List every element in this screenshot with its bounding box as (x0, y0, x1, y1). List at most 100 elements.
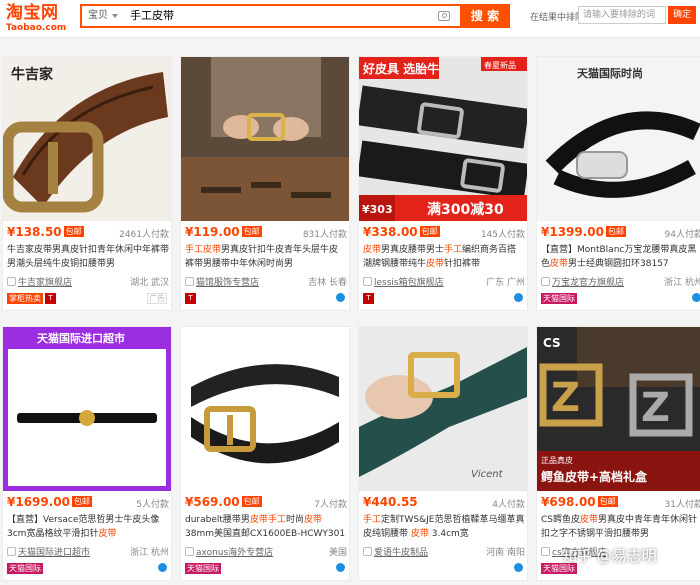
price: ¥698.00 (541, 495, 596, 509)
search-box: 宝贝 手工皮带 搜 索 (80, 4, 510, 28)
buyer-count: 7人付款 (314, 500, 347, 510)
tmall-global-badge: 天猫国际 (541, 293, 577, 304)
shop-icon (363, 547, 372, 556)
shop-row: 爱语牛皮制品 河南 南阳 (363, 545, 525, 559)
price-row: ¥440.55 4人付款 (363, 495, 525, 511)
free-shipping-badge: 包邮 (597, 496, 618, 507)
badge-row: T (185, 293, 347, 307)
shop-link[interactable]: 天猫国际进口超市 (18, 548, 90, 558)
taobao-logo[interactable]: 淘宝网 Taobao.com (6, 3, 70, 35)
price-row: ¥569.00 包邮 7人付款 (185, 495, 347, 511)
title-keyword: 手工 (363, 515, 382, 525)
product-title[interactable]: 【直营】Versace范思哲男士牛皮头像3cm宽晶格纹平滑扣针皮带 (7, 513, 169, 541)
camera-icon[interactable] (438, 11, 450, 21)
image-tag-text: 正品真皮 (541, 455, 573, 465)
free-shipping-badge: 包邮 (241, 496, 262, 507)
image-overlay-text: 牛吉家 (11, 66, 54, 83)
free-shipping-badge: 包邮 (241, 226, 262, 237)
product-title[interactable]: 【直营】MontBlanc万宝龙腰带真皮黑色皮带男士经典钢圆扣环38157 (541, 243, 700, 271)
price-row: ¥119.00 包邮 831人付款 (185, 225, 347, 241)
location: 浙江 杭州 (664, 278, 700, 288)
shop-icon (363, 277, 372, 286)
product-image[interactable]: Z Z CS 正品真皮 鳄鱼皮带+高档礼盒 (537, 327, 700, 491)
wangwang-chat-icon[interactable] (514, 293, 523, 302)
title-text: 3.4cm宽 (428, 529, 469, 539)
shop-link[interactable]: 牛吉家旗舰店 (18, 278, 72, 288)
product-card[interactable]: Vicent ¥440.55 4人付款 手工定制TWS&JE范思哲植鞣革马缰革真… (358, 326, 528, 581)
product-title[interactable]: 手工定制TWS&JE范思哲植鞣革马缰革真皮纯铜腰带 皮带 3.4cm宽 (363, 513, 525, 541)
product-card[interactable]: Z Z CS 正品真皮 鳄鱼皮带+高档礼盒 ¥698.00 包邮 31人付款 CS… (536, 326, 700, 581)
wangwang-chat-icon[interactable] (158, 563, 167, 572)
title-keyword: 皮带 (363, 245, 382, 255)
shop-row: 天猫国际进口超市 浙江 杭州 (7, 545, 169, 559)
title-text: 38mm美国直邮CX1600EB-HCWY301 (185, 529, 346, 539)
product-image[interactable]: 天猫国际时尚 (537, 57, 700, 221)
product-card[interactable]: 天猫国际时尚 ¥1399.00 包邮 94人付款 【直营】MontBlanc万宝龙… (536, 56, 700, 311)
wangwang-chat-icon[interactable] (692, 293, 700, 302)
search-type-select[interactable]: 宝贝 (82, 6, 122, 26)
shop-row: 万宝龙官方旗舰店 浙江 杭州 (541, 275, 700, 289)
exclude-label: 在结果中排除 (530, 13, 585, 23)
price: ¥440.55 (363, 495, 418, 509)
exclude-input[interactable]: 请输入要排除的词 (578, 6, 666, 24)
product-title[interactable]: 牛吉家皮带男真皮针扣青年休闲中年裤带男潮头层纯牛皮铜扣腰带男 (7, 243, 169, 271)
product-image[interactable] (181, 57, 349, 221)
title-text: 男真皮腰带男士 (381, 245, 445, 255)
product-image[interactable]: 天猫国际进口超市 (3, 327, 171, 491)
buyer-count: 31人付款 (664, 500, 700, 510)
product-card[interactable]: ¥119.00 包邮 831人付款 手工皮带男真皮针扣牛皮青年头层牛皮裤带男腰带中… (180, 56, 350, 311)
title-keyword: 手工皮带 (185, 245, 222, 255)
product-card[interactable]: 天猫国际进口超市 ¥1699.00 包邮 5人付款 【直营】Versace范思哲男… (2, 326, 172, 581)
shop-link[interactable]: 猫馆服饰专营店 (196, 278, 259, 288)
product-title[interactable]: 手工皮带男真皮针扣牛皮青年头层牛皮裤带男腰带中年休闲时尚男 (185, 243, 347, 271)
title-text: 时尚 (285, 515, 304, 525)
price: ¥338.00 (363, 225, 418, 239)
chevron-down-icon (112, 14, 118, 18)
location: 广东 广州 (486, 278, 525, 288)
product-image[interactable]: 牛吉家 (3, 57, 171, 221)
buyer-count: 4人付款 (492, 500, 525, 510)
free-shipping-badge: 包邮 (419, 226, 440, 237)
badge-row (363, 563, 525, 577)
title-keyword: 皮带手工 (249, 515, 286, 525)
watermark: 知乎 @易志明 (562, 547, 657, 565)
shop-icon (541, 547, 550, 556)
ad-tag: 广告 (147, 293, 167, 304)
product-card[interactable]: 好皮具 选胎牛 春夏新品 ¥303 满300减30 ¥338.00 包邮 145人… (358, 56, 528, 311)
badge-row: 天猫国际 (7, 563, 169, 577)
shop-link[interactable]: 爱语牛皮制品 (374, 548, 428, 558)
badge-row: 天猫国际 (185, 563, 347, 577)
image-overlay-text: 鳄鱼皮带+高档礼盒 (541, 469, 648, 484)
search-button[interactable]: 搜 索 (460, 4, 510, 28)
shop-link[interactable]: axonus海外专营店 (196, 548, 273, 558)
image-tag-text: 春夏新品 (484, 60, 516, 70)
tmall-icon: T (185, 293, 196, 304)
search-input[interactable]: 手工皮带 (126, 6, 446, 26)
buyer-count: 145人付款 (480, 230, 525, 240)
location: 吉林 长春 (308, 278, 347, 288)
product-title[interactable]: 皮带男真皮腰带男士手工编织商务百搭潮牌钢腰带纯牛皮带针扣裤带 (363, 243, 525, 271)
title-text: 针扣裤带 (444, 259, 481, 269)
product-image[interactable]: Vicent (359, 327, 527, 491)
badge-row: T (363, 293, 525, 307)
product-image[interactable]: 好皮具 选胎牛 春夏新品 ¥303 满300减30 (359, 57, 527, 221)
buyer-count: 94人付款 (664, 230, 700, 240)
tmall-icon: T (45, 293, 56, 304)
wangwang-chat-icon[interactable] (336, 293, 345, 302)
shop-icon (541, 277, 550, 286)
wangwang-chat-icon[interactable] (514, 563, 523, 572)
shop-link[interactable]: 万宝龙官方旗舰店 (552, 278, 624, 288)
brand-text: CS (543, 336, 561, 350)
free-shipping-badge: 包邮 (606, 226, 627, 237)
wangwang-chat-icon[interactable] (336, 563, 345, 572)
badge-row: 掌柜热卖 T 广告 (7, 293, 169, 307)
title-keyword: 皮带 (550, 259, 569, 269)
shop-link[interactable]: lessis箱包旗舰店 (374, 278, 444, 288)
product-card[interactable]: ¥569.00 包邮 7人付款 durabelt腰带男皮带手工时尚皮带 38mm美国… (180, 326, 350, 581)
product-title[interactable]: CS鳄鱼皮皮带男真皮中青年青年休闲针扣之字不锈钢平滑扣腰带男 (541, 513, 700, 541)
product-title[interactable]: durabelt腰带男皮带手工时尚皮带 38mm美国直邮CX1600EB-HCWY… (185, 513, 347, 541)
exclude-confirm-button[interactable]: 确定 (668, 6, 696, 24)
title-text: 男士经典钢圆扣环38157 (568, 259, 669, 269)
product-image[interactable] (181, 327, 349, 491)
product-card[interactable]: 牛吉家 ¥138.50 包邮 2461人付款 牛吉家皮带男真皮针扣青年休闲中年裤带… (2, 56, 172, 311)
